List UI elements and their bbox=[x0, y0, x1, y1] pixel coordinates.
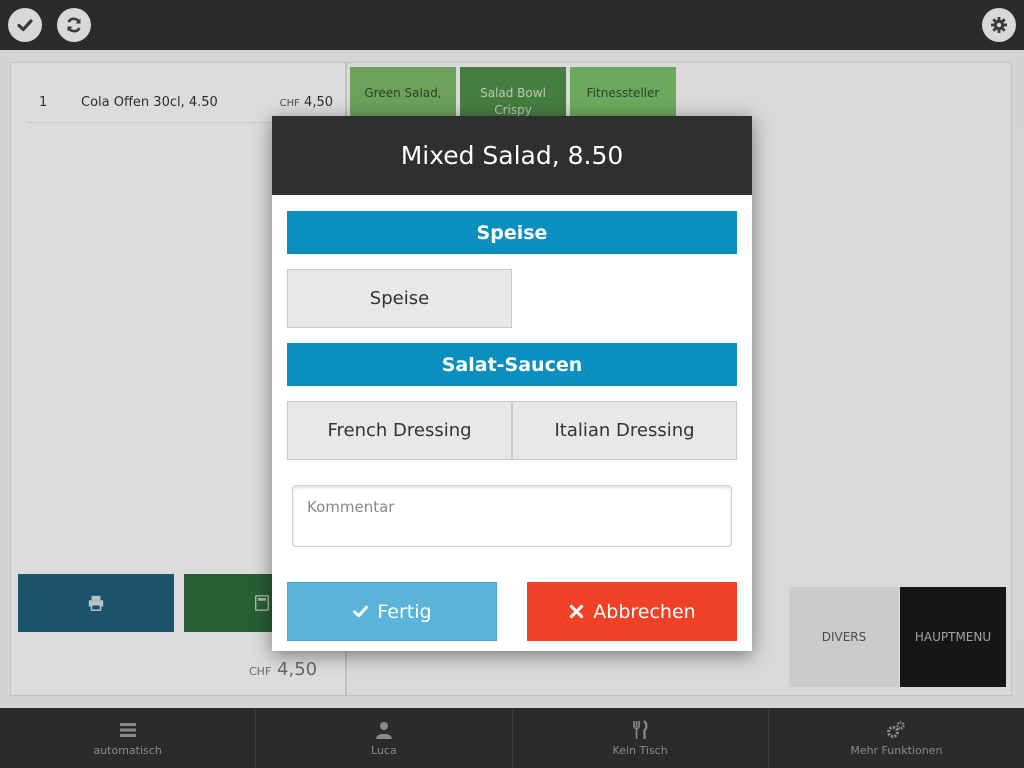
confirm-label: Fertig bbox=[377, 600, 432, 623]
bottom-item-label: Mehr Funktionen bbox=[850, 743, 943, 757]
bottom-item-table[interactable]: Kein Tisch bbox=[513, 708, 769, 768]
dialog-title: Mixed Salad, 8.50 bbox=[272, 116, 752, 195]
gears-icon bbox=[887, 720, 906, 738]
user-icon bbox=[375, 721, 392, 739]
bottom-item-label: automatisch bbox=[93, 743, 162, 757]
section-header-speise: Speise bbox=[287, 211, 737, 254]
refresh-icon bbox=[67, 17, 81, 33]
comment-field[interactable] bbox=[292, 485, 732, 547]
option-french-dressing[interactable]: French Dressing bbox=[287, 401, 512, 460]
confirm-order-button[interactable] bbox=[8, 8, 42, 42]
section-header-salat-saucen: Salat-Saucen bbox=[287, 343, 737, 386]
bottom-bar: automatisch Luca Kein Tisch Mehr Funktio… bbox=[0, 708, 1024, 768]
bottom-item-label: Kein Tisch bbox=[612, 743, 668, 757]
checkmark-icon bbox=[353, 605, 369, 618]
bottom-item-automatisch[interactable]: automatisch bbox=[0, 708, 257, 768]
bottom-item-label: Luca bbox=[371, 743, 397, 757]
top-bar bbox=[0, 0, 1024, 50]
refresh-button[interactable] bbox=[57, 8, 91, 42]
modifier-dialog: Mixed Salad, 8.50 Speise Speise Salat-Sa… bbox=[272, 116, 752, 651]
cancel-button[interactable]: Abbrechen bbox=[527, 582, 737, 641]
close-icon bbox=[570, 604, 584, 619]
menu-icon bbox=[119, 722, 136, 737]
cutlery-icon bbox=[633, 719, 648, 739]
gear-icon bbox=[991, 17, 1007, 33]
checkmark-icon bbox=[17, 19, 33, 32]
bottom-item-user[interactable]: Luca bbox=[256, 708, 513, 768]
settings-button[interactable] bbox=[982, 8, 1016, 42]
cancel-label: Abbrechen bbox=[593, 600, 696, 623]
confirm-button[interactable]: Fertig bbox=[287, 582, 497, 641]
option-italian-dressing[interactable]: Italian Dressing bbox=[512, 401, 737, 460]
bottom-item-more[interactable]: Mehr Funktionen bbox=[769, 708, 1024, 768]
option-speise[interactable]: Speise bbox=[287, 269, 512, 328]
